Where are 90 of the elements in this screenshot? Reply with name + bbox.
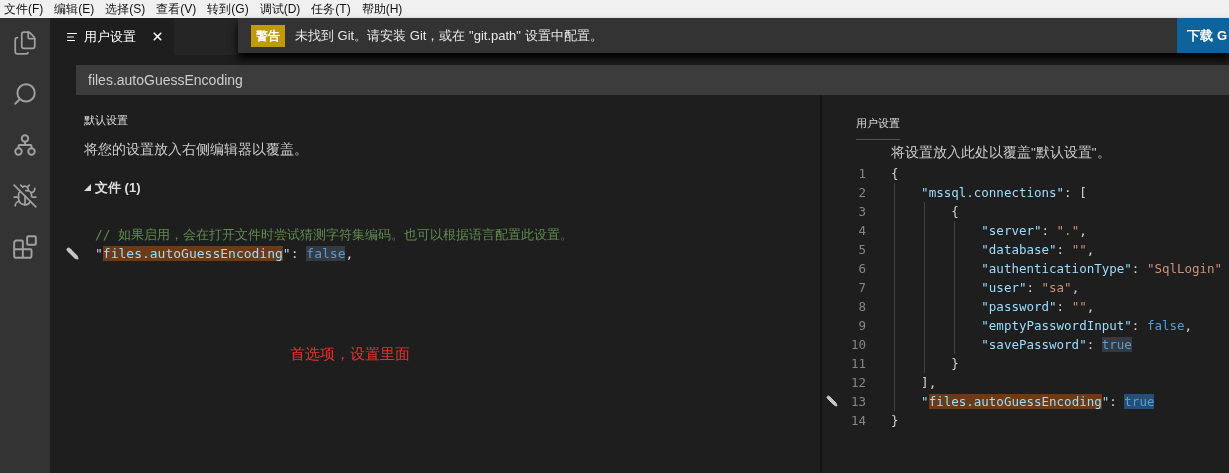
pane-title: 默认设置 — [83, 113, 129, 128]
line-number: 9 — [857, 316, 866, 335]
line-number: 8 — [857, 297, 866, 316]
code-token: } — [950, 355, 959, 371]
line-number: 3 — [857, 202, 866, 221]
code-token: " — [282, 246, 291, 262]
code-token: "" — [1071, 241, 1087, 257]
code-token: "sa" — [1041, 279, 1072, 295]
code-token: files.autoGuessEncoding — [928, 393, 1102, 409]
files-icon[interactable] — [12, 30, 38, 56]
line-number: 2 — [857, 183, 866, 202]
code-token: , — [1184, 317, 1193, 333]
close-icon[interactable] — [151, 30, 164, 43]
code-token: { — [891, 165, 899, 181]
code-token: : — [1131, 260, 1141, 276]
code-token: : — [1086, 336, 1096, 352]
section-label: 文件 (1) — [95, 178, 141, 197]
code-token: , — [345, 246, 354, 262]
line-number: 12 — [849, 373, 866, 392]
line-number: 4 — [857, 221, 866, 240]
code-token: files.autoGuessEncoding — [102, 246, 283, 262]
line-number: 13 — [849, 392, 866, 411]
code-token: false — [1146, 317, 1185, 333]
code-token: : — [1056, 298, 1066, 314]
code-token: "." — [1056, 222, 1080, 238]
menu-item[interactable]: 帮助(H) — [361, 0, 403, 18]
code-token: : — [1131, 317, 1141, 333]
line-number: 5 — [857, 240, 866, 259]
code-token: " — [95, 246, 103, 262]
branch-icon[interactable] — [12, 132, 38, 158]
menu-item[interactable]: 调试(D) — [259, 0, 301, 18]
code-token: // 如果启用，会在打开文件时尝试猜测字符集编码。也可以根据语言配置此设置。 — [95, 227, 574, 243]
code-token: : — [1026, 279, 1035, 295]
menu-item[interactable]: 查看(V) — [156, 0, 197, 18]
menu-item[interactable]: 转到(G) — [207, 0, 249, 18]
extensions-icon[interactable] — [12, 234, 38, 260]
code-token: , — [1071, 279, 1080, 295]
code-token: " — [920, 393, 929, 409]
warning-badge: 警告 — [251, 24, 285, 47]
code-token: : — [1041, 222, 1051, 238]
caret-icon — [84, 184, 91, 191]
code-token: true — [1101, 336, 1132, 352]
annotation-text: 首选项，设置里面 — [290, 344, 410, 364]
notification-message: 未找到 Git。请安装 Git，或在 "git.path" 设置中配置。 — [295, 26, 603, 45]
code-token: " — [1101, 393, 1110, 409]
code-token: "user" — [980, 279, 1027, 295]
pane-description: 将您的设置放入右侧编辑器以覆盖。 — [83, 140, 309, 159]
pane-title: 用户设置 — [856, 115, 900, 140]
tab-label: 用户设置 — [84, 27, 136, 46]
code-token: "mssql.connections" — [920, 184, 1065, 200]
code-token: : — [1056, 241, 1066, 257]
download-button[interactable]: 下载 G — [1177, 18, 1229, 53]
code-token: "database" — [980, 241, 1057, 257]
code-token: "password" — [980, 298, 1057, 314]
line-number: 14 — [849, 411, 866, 430]
search-field[interactable]: files.autoGuessEncoding — [76, 65, 1229, 95]
code-token: { — [950, 203, 959, 219]
line-number: 6 — [857, 259, 866, 278]
code-token: } — [891, 412, 899, 428]
search-icon[interactable] — [12, 81, 38, 107]
code-token: ], — [920, 374, 937, 390]
bug-icon[interactable] — [12, 183, 38, 209]
editor-tab[interactable]: 用户设置 — [50, 18, 174, 55]
menu-item[interactable]: 选择(S) — [105, 0, 146, 18]
menu-item[interactable]: 编辑(E) — [54, 0, 95, 18]
pencil-icon — [826, 395, 838, 408]
line-number: 1 — [857, 164, 866, 183]
line-number: 11 — [849, 354, 866, 373]
code-token: , — [1086, 241, 1095, 257]
code-token: false — [306, 246, 346, 262]
code-token: "savePassword" — [980, 336, 1087, 352]
code-token: : — [290, 246, 300, 262]
code-token: "emptyPasswordInput" — [980, 317, 1132, 333]
settings-file-icon — [66, 30, 78, 43]
pencil-icon — [66, 247, 79, 261]
code-token: , — [1086, 298, 1095, 314]
code-token: : [ — [1064, 184, 1087, 200]
code-token: , — [1079, 222, 1087, 238]
code-token: "SqlLogin" — [1146, 260, 1223, 276]
code-token: "" — [1071, 298, 1087, 314]
code-token: true — [1124, 393, 1155, 409]
line-number: 10 — [849, 335, 866, 354]
pane-description: 将设置放入此处以覆盖"默认设置"。 — [890, 143, 1112, 162]
code-token: : — [1109, 393, 1118, 409]
menu-item[interactable]: 任务(T) — [311, 0, 351, 18]
code-token: "server" — [980, 222, 1042, 238]
line-number: 7 — [857, 278, 866, 297]
menu-item[interactable]: 文件(F) — [4, 0, 44, 18]
code-token: "authenticationType" — [980, 260, 1132, 276]
section-header[interactable]: 文件 (1) — [84, 177, 141, 198]
